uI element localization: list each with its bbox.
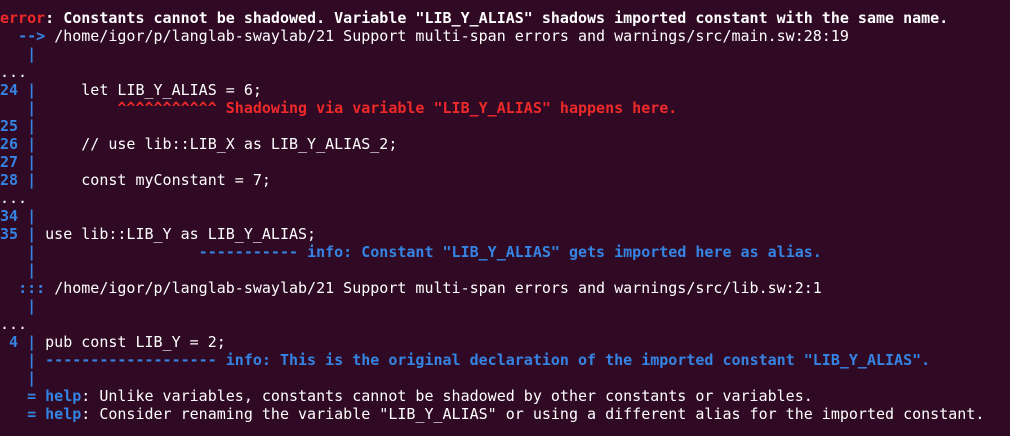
code-line: 24 | let LIB_Y_ALIAS = 6; <box>0 81 1010 99</box>
gutter-bar: | <box>27 45 37 63</box>
source-location-main: --> /home/igor/p/langlab-swaylab/21 Supp… <box>0 27 1010 45</box>
gutter-bar: | <box>27 369 37 387</box>
annotation-text: info: Constant "LIB_Y_ALIAS" gets import… <box>307 243 822 261</box>
code-line: 35 | use lib::LIB_Y as LIB_Y_ALIAS; <box>0 225 1010 243</box>
code-line: 28 | const myConstant = 7; <box>0 171 1010 189</box>
terminal-window: error: Constants cannot be shadowed. Var… <box>0 0 1010 436</box>
code-line: 26 | // use lib::LIB_X as LIB_Y_ALIAS_2; <box>0 135 1010 153</box>
gutter-empty-line: | <box>0 45 1010 63</box>
gutter-bar: | <box>27 297 37 315</box>
annotation-marker: ------------------- <box>45 351 217 369</box>
annotation-marker: ----------- <box>198 243 299 261</box>
help-text: : Unlike variables, constants cannot be … <box>81 387 813 405</box>
code-line: 27 | <box>0 153 1010 171</box>
line-number: 34 <box>0 207 19 225</box>
source-continuation: ::: <box>18 279 46 297</box>
annotation-text: Shadowing via variable "LIB_Y_ALIAS" hap… <box>225 99 678 117</box>
line-number: 27 <box>0 153 19 171</box>
help-label: help <box>45 387 82 405</box>
code-text: pub const LIB_Y = 2; <box>45 333 226 351</box>
gutter-ellipsis: ... <box>0 315 28 333</box>
gutter-bar: | <box>27 99 37 117</box>
gutter-bar: | <box>27 135 37 153</box>
gutter-ellipsis: ... <box>0 189 28 207</box>
code-line: 4 | pub const LIB_Y = 2; <box>0 333 1010 351</box>
gutter-bar: | <box>27 81 37 99</box>
line-number: 25 <box>0 117 19 135</box>
annotation-line: | ----------- info: Constant "LIB_Y_ALIA… <box>0 243 1010 261</box>
gutter-bar: | <box>27 261 37 279</box>
gutter-bar: | <box>27 333 37 351</box>
gutter-ellipsis: ... <box>0 63 28 81</box>
error-header: error: Constants cannot be shadowed. Var… <box>0 9 1010 27</box>
code-text: const myConstant = 7; <box>81 171 271 189</box>
help-line: = help: Unlike variables, constants cann… <box>0 387 1010 405</box>
line-number: 26 <box>0 135 19 153</box>
error-message: : Constants cannot be shadowed. Variable… <box>45 9 949 27</box>
gutter-bar: | <box>27 153 37 171</box>
help-equals: = <box>27 387 37 405</box>
code-text: let LIB_Y_ALIAS = 6; <box>81 81 262 99</box>
source-path-main: /home/igor/p/langlab-swaylab/21 Support … <box>54 27 849 45</box>
code-line: 25 | <box>0 117 1010 135</box>
line-number: 28 <box>0 171 19 189</box>
gutter-bar: | <box>27 225 37 243</box>
annotation-text: info: This is the original declaration o… <box>225 351 931 369</box>
gutter-ellipsis-line: ... <box>0 315 1010 333</box>
gutter-empty-line: | <box>0 297 1010 315</box>
help-text: : Consider renaming the variable "LIB_Y_… <box>81 405 985 423</box>
code-text: use lib::LIB_Y as LIB_Y_ALIAS; <box>45 225 317 243</box>
gutter-ellipsis-line: ... <box>0 189 1010 207</box>
gutter-empty-line: | <box>0 369 1010 387</box>
annotation-line: | ------------------- info: This is the … <box>0 351 1010 369</box>
code-line: 34 | <box>0 207 1010 225</box>
help-label: help <box>45 405 82 423</box>
annotation-line: | ^^^^^^^^^^^ Shadowing via variable "LI… <box>0 99 1010 117</box>
code-text: // use lib::LIB_X as LIB_Y_ALIAS_2; <box>81 135 398 153</box>
source-arrow: --> <box>18 27 46 45</box>
error-prefix: error <box>0 9 46 27</box>
line-number: 4 <box>9 333 19 351</box>
gutter-bar: | <box>27 351 37 369</box>
annotation-marker: ^^^^^^^^^^^ <box>117 99 217 117</box>
line-number: 35 <box>0 225 19 243</box>
gutter-bar: | <box>27 171 37 189</box>
gutter-ellipsis-line: ... <box>0 63 1010 81</box>
gutter-bar: | <box>27 117 37 135</box>
gutter-bar: | <box>27 243 37 261</box>
help-equals: = <box>27 405 37 423</box>
line-number: 24 <box>0 81 19 99</box>
gutter-bar: | <box>27 207 37 225</box>
source-location-lib: ::: /home/igor/p/langlab-swaylab/21 Supp… <box>0 279 1010 297</box>
help-line: = help: Consider renaming the variable "… <box>0 405 1010 423</box>
gutter-empty-line: | <box>0 261 1010 279</box>
source-path-lib: /home/igor/p/langlab-swaylab/21 Support … <box>54 279 822 297</box>
